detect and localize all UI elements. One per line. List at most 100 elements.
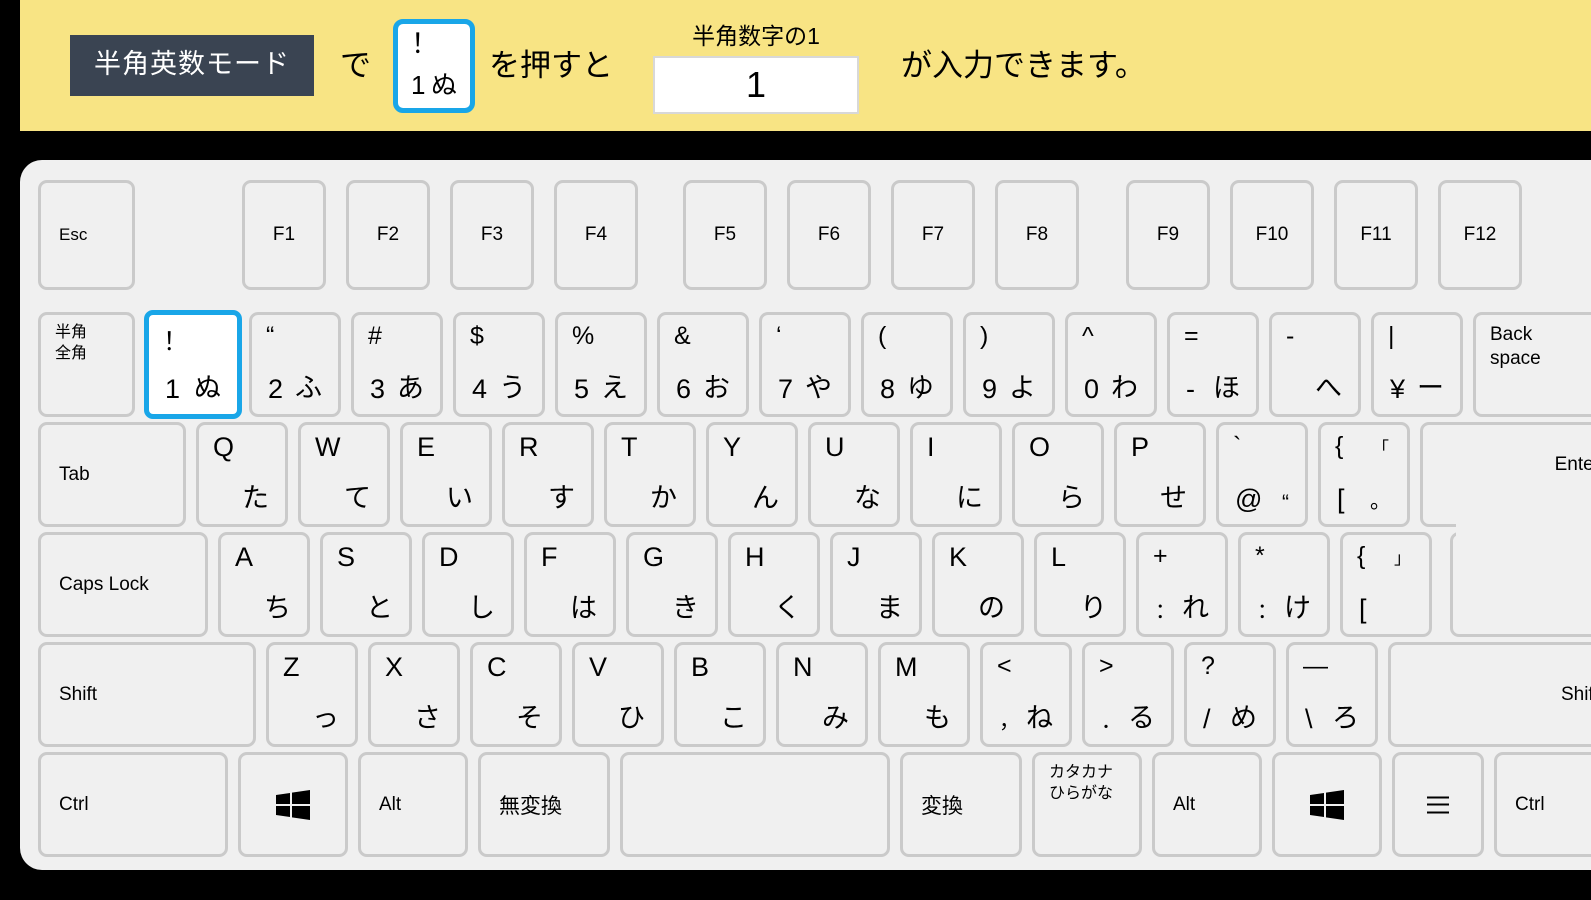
key-f10[interactable]: F10 bbox=[1230, 180, 1314, 290]
key-yen-bar[interactable]: | ¥ ー bbox=[1371, 312, 1463, 417]
key-4-u[interactable]: $ 4 う bbox=[453, 312, 545, 417]
key-9-yo[interactable]: ) 9 よ bbox=[963, 312, 1055, 417]
key-7-ya[interactable]: ‘ 7 や bbox=[759, 312, 851, 417]
key-o-ra[interactable]: O ら bbox=[1012, 422, 1104, 527]
key-6-o[interactable]: & 6 お bbox=[657, 312, 749, 417]
key-n-mi[interactable]: N み bbox=[776, 642, 868, 747]
key-enter[interactable]: Enter bbox=[1420, 422, 1591, 637]
key-tab[interactable]: Tab bbox=[38, 422, 186, 527]
key-letter-label: O bbox=[1029, 432, 1051, 462]
key-comma-ne[interactable]: < ， ね bbox=[980, 642, 1072, 747]
key-u-na[interactable]: U な bbox=[808, 422, 900, 527]
key-label-line1: Back bbox=[1490, 324, 1533, 345]
key-f5[interactable]: F5 bbox=[683, 180, 767, 290]
key-period-ru[interactable]: > ． る bbox=[1082, 642, 1174, 747]
key-ctrl-right[interactable]: Ctrl bbox=[1494, 752, 1591, 857]
key-y-n[interactable]: Y ん bbox=[706, 422, 798, 527]
key-p-se[interactable]: P せ bbox=[1114, 422, 1206, 527]
key-a-chi[interactable]: A ち bbox=[218, 532, 310, 637]
key-katakana-hiragana[interactable]: カタカナ ひらがな bbox=[1032, 752, 1142, 857]
key-kana-label: て bbox=[344, 483, 371, 513]
key-label: F10 bbox=[1255, 224, 1289, 245]
key-d-shi[interactable]: D し bbox=[422, 532, 514, 637]
key-at-dakuten[interactable]: ` @ “ bbox=[1216, 422, 1308, 527]
key-slash-me[interactable]: ? / め bbox=[1184, 642, 1276, 747]
key-q-ta[interactable]: Q た bbox=[196, 422, 288, 527]
key-alt-left[interactable]: Alt bbox=[358, 752, 468, 857]
key-ctrl-left[interactable]: Ctrl bbox=[38, 752, 228, 857]
key-f-ha[interactable]: F は bbox=[524, 532, 616, 637]
key-windows-right[interactable] bbox=[1272, 752, 1382, 857]
key-z-tsu[interactable]: Z っ bbox=[266, 642, 358, 747]
key-label-line2: space bbox=[1490, 347, 1541, 369]
key-g-ki[interactable]: G き bbox=[626, 532, 718, 637]
key-e-i[interactable]: E い bbox=[400, 422, 492, 527]
key-f2[interactable]: F2 bbox=[346, 180, 430, 290]
key-f9[interactable]: F9 bbox=[1126, 180, 1210, 290]
key-backspace[interactable]: Back space bbox=[1473, 312, 1591, 417]
key-base-label: 0 bbox=[1084, 374, 1100, 404]
key-muhenkan[interactable]: 無変換 bbox=[478, 752, 610, 857]
key-v-hi[interactable]: V ひ bbox=[572, 642, 664, 747]
key-label: Shift bbox=[59, 683, 98, 705]
key-kana-label: の bbox=[978, 593, 1005, 623]
key-backslash-ro[interactable]: — \ ろ bbox=[1286, 642, 1378, 747]
key-8-yu[interactable]: ( 8 ゆ bbox=[861, 312, 953, 417]
key-bracket-open-maru[interactable]: { 「 [ 。 bbox=[1318, 422, 1410, 527]
key-3-a[interactable]: # 3 あ bbox=[351, 312, 443, 417]
key-c-so[interactable]: C そ bbox=[470, 642, 562, 747]
key-b-ko[interactable]: B こ bbox=[674, 642, 766, 747]
key-f7[interactable]: F7 bbox=[891, 180, 975, 290]
key-letter-label: V bbox=[589, 652, 608, 682]
key-i-ni[interactable]: I に bbox=[910, 422, 1002, 527]
key-caret-he[interactable]: - へ bbox=[1269, 312, 1361, 417]
key-label: Back space bbox=[1490, 323, 1541, 371]
key-m-mo[interactable]: M も bbox=[878, 642, 970, 747]
key-l-ri[interactable]: L り bbox=[1034, 532, 1126, 637]
key-f12[interactable]: F12 bbox=[1438, 180, 1522, 290]
key-kana-label: ち bbox=[264, 593, 291, 623]
key-kana-label: こ bbox=[720, 703, 747, 733]
key-kana-label: ぬ bbox=[194, 373, 221, 403]
key-f4[interactable]: F4 bbox=[554, 180, 638, 290]
key-hankaku-zenkaku[interactable]: 半角 全角 bbox=[38, 312, 135, 417]
key-f1[interactable]: F1 bbox=[242, 180, 326, 290]
key-kana-label: う bbox=[499, 373, 526, 403]
key-t-ka[interactable]: T か bbox=[604, 422, 696, 527]
key-kana-label: ほ bbox=[1213, 373, 1240, 403]
key-5-e[interactable]: % 5 え bbox=[555, 312, 647, 417]
key-menu[interactable] bbox=[1392, 752, 1484, 857]
key-shift-left[interactable]: Shift bbox=[38, 642, 256, 747]
key-x-sa[interactable]: X さ bbox=[368, 642, 460, 747]
key-f6[interactable]: F6 bbox=[787, 180, 871, 290]
key-k-no[interactable]: K の bbox=[932, 532, 1024, 637]
key-f11[interactable]: F11 bbox=[1334, 180, 1418, 290]
key-w-te[interactable]: W て bbox=[298, 422, 390, 527]
key-esc[interactable]: Esc bbox=[38, 180, 135, 290]
key-h-ku[interactable]: H く bbox=[728, 532, 820, 637]
key-semicolon-re[interactable]: + ： れ bbox=[1136, 532, 1228, 637]
key-bracket-close-kagi[interactable]: { 」 [ bbox=[1340, 532, 1432, 637]
key-kana-label: き bbox=[672, 593, 699, 623]
key-j-ma[interactable]: J ま bbox=[830, 532, 922, 637]
key-f8[interactable]: F8 bbox=[995, 180, 1079, 290]
key-2-fu[interactable]: “ 2 ふ bbox=[249, 312, 341, 417]
key-f3[interactable]: F3 bbox=[450, 180, 534, 290]
key-letter-label: J bbox=[847, 542, 861, 572]
key-colon-ke[interactable]: * ： け bbox=[1238, 532, 1330, 637]
key-windows-left[interactable] bbox=[238, 752, 348, 857]
key-space[interactable] bbox=[620, 752, 890, 857]
key-label: Ctrl bbox=[59, 793, 89, 815]
key-base-label: / bbox=[1203, 704, 1211, 734]
key-r-su[interactable]: R す bbox=[502, 422, 594, 527]
key-label: F9 bbox=[1156, 224, 1180, 245]
key-0-wa[interactable]: ^ 0 わ bbox=[1065, 312, 1157, 417]
key-henkan[interactable]: 変換 bbox=[900, 752, 1022, 857]
key-alt-right[interactable]: Alt bbox=[1152, 752, 1262, 857]
key-1-nu[interactable]: ！ 1 ぬ bbox=[144, 310, 242, 419]
key-shift-right[interactable]: Shift bbox=[1388, 642, 1591, 747]
key-caps-lock[interactable]: Caps Lock bbox=[38, 532, 208, 637]
key-kana-label: い bbox=[446, 483, 473, 513]
key-s-to[interactable]: S と bbox=[320, 532, 412, 637]
key-minus-ho[interactable]: = - ほ bbox=[1167, 312, 1259, 417]
